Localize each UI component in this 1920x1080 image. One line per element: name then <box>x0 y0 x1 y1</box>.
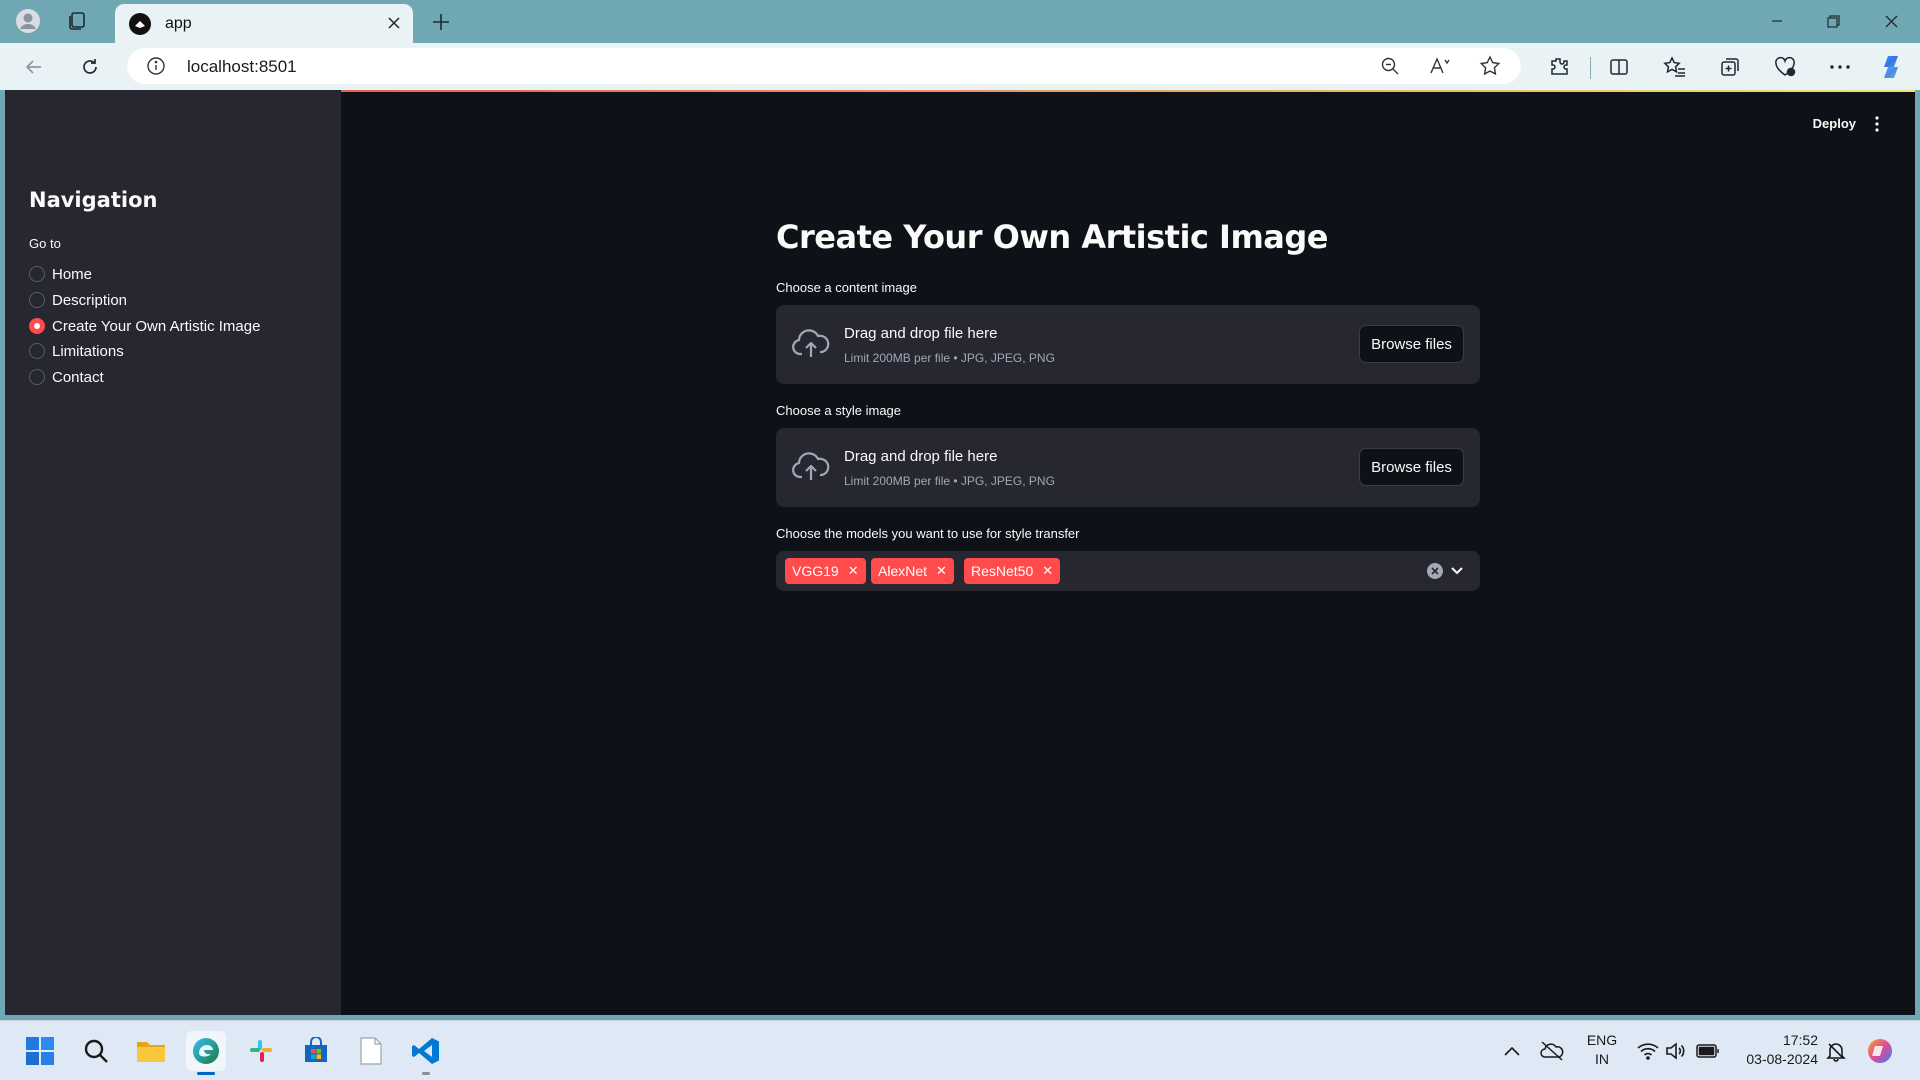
chip-label: AlexNet <box>878 563 928 579</box>
radio-circle[interactable] <box>29 343 45 359</box>
dropzone-instructions: Drag and drop file here <box>844 448 998 465</box>
input-language-indicator[interactable]: ENG IN <box>1582 1031 1622 1069</box>
chip-remove-icon[interactable]: ✕ <box>1042 563 1053 579</box>
browser-address-bar: localhost:8501 <box>0 43 1920 90</box>
vscode-icon[interactable] <box>406 1031 446 1071</box>
cloud-upload-icon <box>792 450 830 484</box>
dropzone-instructions: Drag and drop file here <box>844 325 998 342</box>
file-explorer-icon[interactable] <box>131 1031 171 1071</box>
url-text: localhost:8501 <box>187 57 297 76</box>
clear-all-icon[interactable] <box>1427 563 1443 579</box>
restore-icon[interactable] <box>1810 6 1856 36</box>
cloud-upload-icon <box>792 327 830 361</box>
workspaces-icon[interactable] <box>63 7 91 35</box>
profile-avatar-icon[interactable] <box>14 7 42 35</box>
radio-option-limitations[interactable]: Limitations <box>29 340 124 362</box>
more-options-icon[interactable] <box>1825 52 1855 82</box>
browser-tab-active[interactable]: app <box>115 4 413 43</box>
zoom-out-icon[interactable] <box>1377 53 1403 79</box>
back-icon[interactable] <box>18 51 50 83</box>
browse-files-button[interactable]: Browse files <box>1359 448 1464 486</box>
collections-icon[interactable] <box>1715 52 1745 82</box>
chevron-down-icon[interactable] <box>1448 562 1466 580</box>
extensions-icon[interactable] <box>1544 52 1574 82</box>
radio-option-home[interactable]: Home <box>29 263 92 285</box>
radio-label: Create Your Own Artistic Image <box>52 317 261 335</box>
chip-remove-icon[interactable]: ✕ <box>936 563 947 579</box>
toolbar-divider <box>1590 57 1591 79</box>
battery-icon[interactable] <box>1688 1031 1728 1071</box>
content-image-dropzone[interactable]: Drag and drop file here Limit 200MB per … <box>776 305 1480 384</box>
radio-circle-selected[interactable] <box>29 318 45 334</box>
browser-tab-bar: app <box>0 0 1920 43</box>
deploy-button[interactable]: Deploy <box>1813 116 1856 131</box>
chip-remove-icon[interactable]: ✕ <box>848 563 859 579</box>
browse-files-button[interactable]: Browse files <box>1359 325 1464 363</box>
style-uploader-label: Choose a style image <box>776 403 902 418</box>
dropzone-file-limits: Limit 200MB per file • JPG, JPEG, PNG <box>844 474 1055 488</box>
close-window-icon[interactable] <box>1868 6 1914 36</box>
page-title: Create Your Own Artistic Image <box>776 218 1329 256</box>
copilot-taskbar-icon[interactable] <box>1860 1031 1900 1071</box>
clock-time: 17:52 <box>1782 1032 1818 1048</box>
model-chip-alexnet: AlexNet ✕ <box>871 558 954 584</box>
notepad-icon[interactable] <box>351 1031 391 1071</box>
streamlit-app: Navigation Go to Home Description Create… <box>5 90 1915 1015</box>
reload-icon[interactable] <box>74 51 106 83</box>
copilot-icon[interactable] <box>1878 52 1908 82</box>
content-uploader-label: Choose a content image <box>776 280 917 295</box>
favorite-star-icon[interactable] <box>1477 53 1503 79</box>
style-image-dropzone[interactable]: Drag and drop file here Limit 200MB per … <box>776 428 1480 507</box>
chevron-up-icon[interactable] <box>1492 1031 1532 1071</box>
split-screen-icon[interactable] <box>1604 52 1634 82</box>
new-tab-icon[interactable] <box>428 9 454 35</box>
radio-option-contact[interactable]: Contact <box>29 366 104 388</box>
browser-essentials-icon[interactable] <box>1770 52 1800 82</box>
region-code: IN <box>1595 1051 1609 1067</box>
streamlit-favicon-icon <box>129 12 151 35</box>
tab-close-icon[interactable] <box>383 12 405 34</box>
slack-icon[interactable] <box>241 1031 281 1071</box>
model-chip-resnet50: ResNet50 ✕ <box>964 558 1061 584</box>
tab-title: app <box>165 14 192 32</box>
main-menu-icon[interactable] <box>1867 114 1887 134</box>
minimize-icon[interactable] <box>1754 6 1800 36</box>
search-icon[interactable] <box>76 1031 116 1071</box>
edge-browser-icon[interactable] <box>186 1031 226 1071</box>
models-multiselect-label: Choose the models you want to use for st… <box>776 526 1080 541</box>
windows-start-icon[interactable] <box>20 1031 60 1071</box>
clock-date: 03-08-2024 <box>1746 1051 1818 1067</box>
sidebar-title: Navigation <box>29 188 158 212</box>
active-app-indicator <box>197 1072 215 1075</box>
address-field[interactable]: localhost:8501 <box>127 48 1521 84</box>
radio-label: Limitations <box>52 342 124 360</box>
clock[interactable]: 17:52 03-08-2024 <box>1732 1031 1818 1069</box>
language-code: ENG <box>1586 1032 1618 1048</box>
favorites-icon[interactable] <box>1660 52 1690 82</box>
radio-circle[interactable] <box>29 292 45 308</box>
chip-label: ResNet50 <box>971 563 1034 579</box>
microsoft-store-icon[interactable] <box>296 1031 336 1071</box>
radio-circle[interactable] <box>29 369 45 385</box>
read-aloud-icon[interactable] <box>1427 53 1453 79</box>
radio-label: Home <box>52 265 93 283</box>
site-info-icon[interactable] <box>143 53 169 79</box>
model-chip-vgg19: VGG19 ✕ <box>785 558 866 584</box>
radio-group-label: Go to <box>29 236 61 251</box>
notifications-bell-icon[interactable] <box>1816 1031 1856 1071</box>
chip-label: VGG19 <box>792 563 839 579</box>
radio-option-description[interactable]: Description <box>29 289 127 311</box>
windows-taskbar: ENG IN 17:52 03-08-2024 <box>0 1020 1920 1080</box>
radio-label: Contact <box>52 368 104 386</box>
sidebar: Navigation Go to Home Description Create… <box>5 90 341 1015</box>
onedrive-offline-icon[interactable] <box>1532 1031 1572 1071</box>
models-multiselect[interactable]: VGG19 ✕ AlexNet ✕ ResNet50 ✕ <box>776 551 1480 591</box>
running-app-indicator <box>422 1072 430 1075</box>
radio-circle[interactable] <box>29 266 45 282</box>
radio-option-create-image[interactable]: Create Your Own Artistic Image <box>29 315 260 337</box>
dropzone-file-limits: Limit 200MB per file • JPG, JPEG, PNG <box>844 351 1055 365</box>
radio-label: Description <box>52 291 128 309</box>
